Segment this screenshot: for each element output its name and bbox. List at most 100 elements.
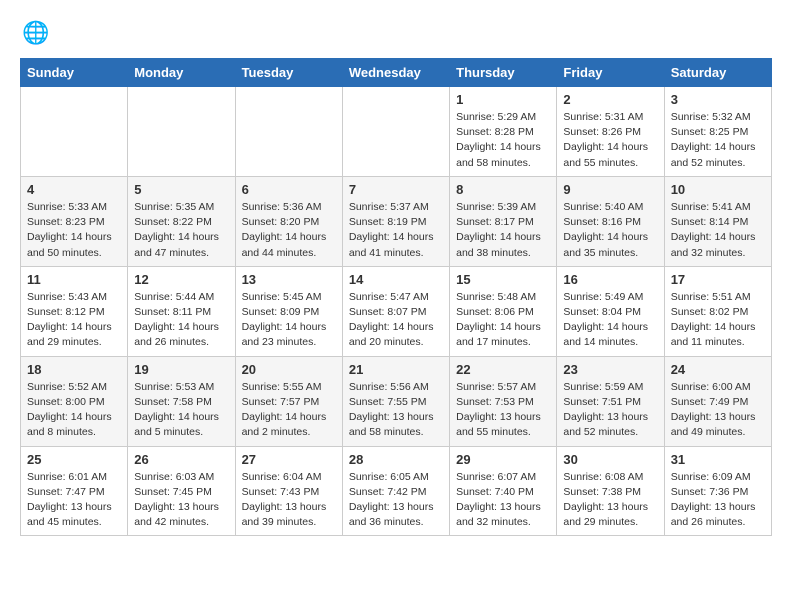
day-number: 7 bbox=[349, 182, 443, 197]
calendar-cell: 10 Sunrise: 5:41 AM Sunset: 8:14 PM Dayli… bbox=[664, 176, 771, 266]
calendar-cell bbox=[235, 87, 342, 177]
calendar-table: SundayMondayTuesdayWednesdayThursdayFrid… bbox=[20, 58, 772, 536]
day-number: 23 bbox=[563, 362, 657, 377]
calendar-cell: 3 Sunrise: 5:32 AM Sunset: 8:25 PM Daylig… bbox=[664, 87, 771, 177]
day-number: 13 bbox=[242, 272, 336, 287]
calendar-cell: 30 Sunrise: 6:08 AM Sunset: 7:38 PM Dayli… bbox=[557, 446, 664, 536]
calendar-body: 1 Sunrise: 5:29 AM Sunset: 8:28 PM Daylig… bbox=[21, 87, 772, 536]
day-info: Sunrise: 6:01 AM Sunset: 7:47 PM Dayligh… bbox=[27, 470, 121, 531]
calendar-cell: 26Sunrise: 6:03 AM Sunset: 7:45 PM Dayli… bbox=[128, 446, 235, 536]
day-number: 8 bbox=[456, 182, 550, 197]
page-header: 🌐 bbox=[20, 20, 772, 48]
calendar-cell: 28 Sunrise: 6:05 AM Sunset: 7:42 PM Dayli… bbox=[342, 446, 449, 536]
day-info: Sunrise: 6:07 AM Sunset: 7:40 PM Dayligh… bbox=[456, 470, 550, 531]
day-info: Sunrise: 5:43 AM Sunset: 8:12 PM Dayligh… bbox=[27, 290, 121, 351]
day-number: 3 bbox=[671, 92, 765, 107]
calendar-cell: 17 Sunrise: 5:51 AM Sunset: 8:02 PM Dayli… bbox=[664, 266, 771, 356]
day-number: 2 bbox=[563, 92, 657, 107]
day-info: Sunrise: 5:51 AM Sunset: 8:02 PM Dayligh… bbox=[671, 290, 765, 351]
day-number: 16 bbox=[563, 272, 657, 287]
day-info: Sunrise: 5:48 AM Sunset: 8:06 PM Dayligh… bbox=[456, 290, 550, 351]
calendar-cell: 22 Sunrise: 5:57 AM Sunset: 7:53 PM Dayli… bbox=[450, 356, 557, 446]
day-info: Sunrise: 5:47 AM Sunset: 8:07 PM Dayligh… bbox=[349, 290, 443, 351]
day-number: 31 bbox=[671, 452, 765, 467]
day-info: Sunrise: 5:59 AM Sunset: 7:51 PM Dayligh… bbox=[563, 380, 657, 441]
day-number: 22 bbox=[456, 362, 550, 377]
calendar-cell: 29 Sunrise: 6:07 AM Sunset: 7:40 PM Dayli… bbox=[450, 446, 557, 536]
svg-text:🌐: 🌐 bbox=[22, 20, 48, 45]
calendar-cell: 8Sunrise: 5:39 AM Sunset: 8:17 PM Daylig… bbox=[450, 176, 557, 266]
day-info: Sunrise: 5:41 AM Sunset: 8:14 PM Dayligh… bbox=[671, 200, 765, 261]
calendar-week-row: 25 Sunrise: 6:01 AM Sunset: 7:47 PM Dayli… bbox=[21, 446, 772, 536]
day-info: Sunrise: 5:32 AM Sunset: 8:25 PM Dayligh… bbox=[671, 110, 765, 171]
day-info: Sunrise: 5:56 AM Sunset: 7:55 PM Dayligh… bbox=[349, 380, 443, 441]
day-info: Sunrise: 5:49 AM Sunset: 8:04 PM Dayligh… bbox=[563, 290, 657, 351]
calendar-week-row: 18 Sunrise: 5:52 AM Sunset: 8:00 PM Dayli… bbox=[21, 356, 772, 446]
weekday-header: Saturday bbox=[664, 59, 771, 87]
calendar-cell bbox=[342, 87, 449, 177]
day-info: Sunrise: 6:00 AM Sunset: 7:49 PM Dayligh… bbox=[671, 380, 765, 441]
day-info: Sunrise: 5:37 AM Sunset: 8:19 PM Dayligh… bbox=[349, 200, 443, 261]
day-number: 24 bbox=[671, 362, 765, 377]
day-info: Sunrise: 5:52 AM Sunset: 8:00 PM Dayligh… bbox=[27, 380, 121, 441]
calendar-header: SundayMondayTuesdayWednesdayThursdayFrid… bbox=[21, 59, 772, 87]
calendar-cell: 11Sunrise: 5:43 AM Sunset: 8:12 PM Dayli… bbox=[21, 266, 128, 356]
calendar-cell bbox=[128, 87, 235, 177]
day-info: Sunrise: 6:05 AM Sunset: 7:42 PM Dayligh… bbox=[349, 470, 443, 531]
calendar-cell: 9Sunrise: 5:40 AM Sunset: 8:16 PM Daylig… bbox=[557, 176, 664, 266]
calendar-cell: 6 Sunrise: 5:36 AM Sunset: 8:20 PM Daylig… bbox=[235, 176, 342, 266]
day-info: Sunrise: 5:45 AM Sunset: 8:09 PM Dayligh… bbox=[242, 290, 336, 351]
calendar-cell: 2 Sunrise: 5:31 AM Sunset: 8:26 PM Daylig… bbox=[557, 87, 664, 177]
day-number: 20 bbox=[242, 362, 336, 377]
day-number: 27 bbox=[242, 452, 336, 467]
weekday-header: Monday bbox=[128, 59, 235, 87]
calendar-cell bbox=[21, 87, 128, 177]
day-info: Sunrise: 5:57 AM Sunset: 7:53 PM Dayligh… bbox=[456, 380, 550, 441]
day-number: 4 bbox=[27, 182, 121, 197]
day-info: Sunrise: 5:36 AM Sunset: 8:20 PM Dayligh… bbox=[242, 200, 336, 261]
day-info: Sunrise: 5:29 AM Sunset: 8:28 PM Dayligh… bbox=[456, 110, 550, 171]
day-info: Sunrise: 5:31 AM Sunset: 8:26 PM Dayligh… bbox=[563, 110, 657, 171]
day-info: Sunrise: 5:35 AM Sunset: 8:22 PM Dayligh… bbox=[134, 200, 228, 261]
calendar-cell: 16 Sunrise: 5:49 AM Sunset: 8:04 PM Dayli… bbox=[557, 266, 664, 356]
calendar-cell: 24 Sunrise: 6:00 AM Sunset: 7:49 PM Dayli… bbox=[664, 356, 771, 446]
calendar-cell: 21 Sunrise: 5:56 AM Sunset: 7:55 PM Dayli… bbox=[342, 356, 449, 446]
calendar-cell: 12Sunrise: 5:44 AM Sunset: 8:11 PM Dayli… bbox=[128, 266, 235, 356]
day-number: 25 bbox=[27, 452, 121, 467]
calendar-cell: 13 Sunrise: 5:45 AM Sunset: 8:09 PM Dayli… bbox=[235, 266, 342, 356]
calendar-cell: 18 Sunrise: 5:52 AM Sunset: 8:00 PM Dayli… bbox=[21, 356, 128, 446]
calendar-cell: 1 Sunrise: 5:29 AM Sunset: 8:28 PM Daylig… bbox=[450, 87, 557, 177]
day-info: Sunrise: 6:03 AM Sunset: 7:45 PM Dayligh… bbox=[134, 470, 228, 531]
calendar-cell: 5 Sunrise: 5:35 AM Sunset: 8:22 PM Daylig… bbox=[128, 176, 235, 266]
day-number: 18 bbox=[27, 362, 121, 377]
day-number: 17 bbox=[671, 272, 765, 287]
day-number: 10 bbox=[671, 182, 765, 197]
day-number: 28 bbox=[349, 452, 443, 467]
day-number: 30 bbox=[563, 452, 657, 467]
calendar-cell: 14Sunrise: 5:47 AM Sunset: 8:07 PM Dayli… bbox=[342, 266, 449, 356]
logo: 🌐 bbox=[20, 20, 52, 48]
calendar-cell: 4Sunrise: 5:33 AM Sunset: 8:23 PM Daylig… bbox=[21, 176, 128, 266]
day-number: 12 bbox=[134, 272, 228, 287]
day-number: 1 bbox=[456, 92, 550, 107]
calendar-cell: 19Sunrise: 5:53 AM Sunset: 7:58 PM Dayli… bbox=[128, 356, 235, 446]
day-number: 29 bbox=[456, 452, 550, 467]
day-info: Sunrise: 5:55 AM Sunset: 7:57 PM Dayligh… bbox=[242, 380, 336, 441]
day-number: 21 bbox=[349, 362, 443, 377]
weekday-header: Friday bbox=[557, 59, 664, 87]
day-info: Sunrise: 6:04 AM Sunset: 7:43 PM Dayligh… bbox=[242, 470, 336, 531]
calendar-cell: 20 Sunrise: 5:55 AM Sunset: 7:57 PM Dayli… bbox=[235, 356, 342, 446]
logo-icon: 🌐 bbox=[20, 20, 48, 48]
weekday-header: Tuesday bbox=[235, 59, 342, 87]
day-info: Sunrise: 5:40 AM Sunset: 8:16 PM Dayligh… bbox=[563, 200, 657, 261]
day-info: Sunrise: 5:53 AM Sunset: 7:58 PM Dayligh… bbox=[134, 380, 228, 441]
calendar-week-row: 4Sunrise: 5:33 AM Sunset: 8:23 PM Daylig… bbox=[21, 176, 772, 266]
calendar-cell: 23 Sunrise: 5:59 AM Sunset: 7:51 PM Dayli… bbox=[557, 356, 664, 446]
weekday-header: Sunday bbox=[21, 59, 128, 87]
day-number: 6 bbox=[242, 182, 336, 197]
calendar-cell: 15Sunrise: 5:48 AM Sunset: 8:06 PM Dayli… bbox=[450, 266, 557, 356]
weekday-row: SundayMondayTuesdayWednesdayThursdayFrid… bbox=[21, 59, 772, 87]
day-info: Sunrise: 6:08 AM Sunset: 7:38 PM Dayligh… bbox=[563, 470, 657, 531]
day-number: 5 bbox=[134, 182, 228, 197]
day-info: Sunrise: 6:09 AM Sunset: 7:36 PM Dayligh… bbox=[671, 470, 765, 531]
